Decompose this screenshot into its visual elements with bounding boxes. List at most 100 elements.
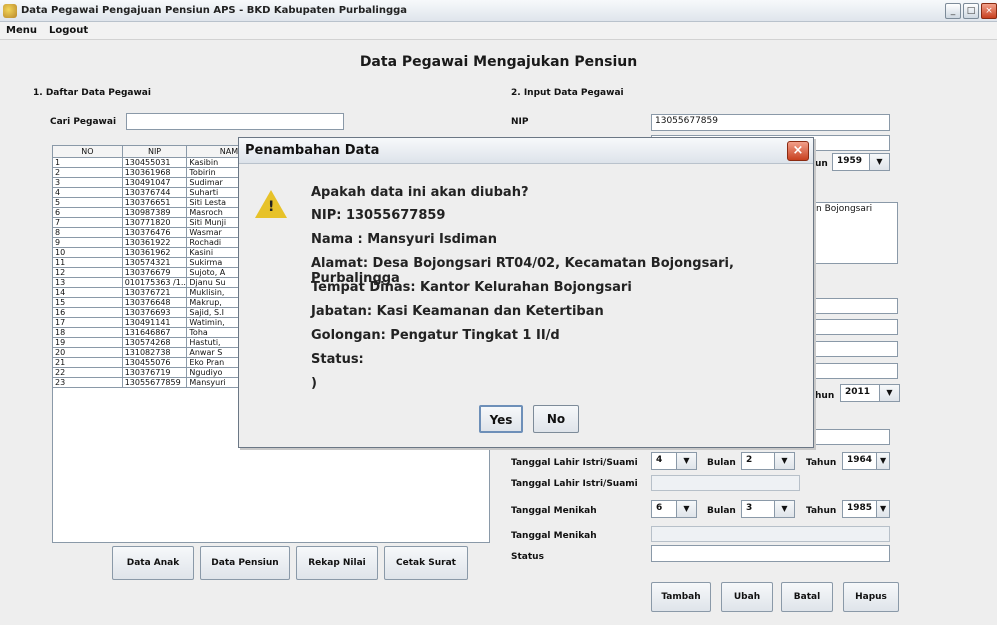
tahun-lahir-select[interactable]: 1959 ▼ (832, 153, 890, 171)
jabatan-field[interactable] (812, 319, 898, 335)
cell-no: 12 (53, 268, 123, 277)
close-icon[interactable]: × (787, 141, 809, 161)
window-controls: _ □ × (945, 3, 997, 19)
status-field[interactable] (651, 545, 890, 562)
cell-nip: 130376648 (123, 298, 188, 307)
page-title: Data Pegawai Mengajukan Pensiun (359, 54, 638, 70)
chevron-down-icon[interactable]: ▼ (677, 452, 697, 470)
column-header-no[interactable]: NO (53, 146, 123, 157)
cell-no: 9 (53, 238, 123, 247)
tgl-menikah-month-select[interactable]: 3 ▼ (741, 500, 795, 518)
column-header-nip[interactable]: NIP (123, 146, 188, 157)
cell-nip: 130376721 (123, 288, 188, 297)
cell-nip: 131646867 (123, 328, 188, 337)
chevron-down-icon[interactable]: ▼ (880, 384, 900, 402)
tgl-menikah-day-select[interactable]: 6 ▼ (651, 500, 697, 518)
cell-nip: 130491047 (123, 178, 188, 187)
data-anak-button[interactable]: Data Anak (112, 546, 194, 580)
cell-no: 10 (53, 248, 123, 257)
close-window-icon[interactable]: × (981, 3, 997, 19)
minimize-icon[interactable]: _ (945, 3, 961, 19)
tgl-lahir-day-select[interactable]: 4 ▼ (651, 452, 697, 470)
cell-nip: 130376679 (123, 268, 188, 277)
cell-no: 21 (53, 358, 123, 367)
tgl-lahir-tahun-label: Tahun (806, 458, 837, 468)
cell-no: 18 (53, 328, 123, 337)
alamat-textarea[interactable]: n Bojongsari (812, 202, 898, 264)
tgl-menikah-month-value: 3 (741, 500, 775, 518)
tahun-pensiun-select[interactable]: 2011 ▼ (840, 384, 900, 402)
cell-no: 1 (53, 158, 123, 167)
tgl-lahir-display (651, 475, 800, 491)
tempat-dinas-field[interactable] (812, 298, 898, 314)
cell-nip: 13055677859 (123, 378, 188, 387)
cell-no: 8 (53, 228, 123, 237)
tgl-lahir-bulan-label: Bulan (707, 458, 736, 468)
tgl-menikah-day-value: 6 (651, 500, 677, 518)
tahun-lahir-label: un (815, 159, 828, 169)
status-label: Status (511, 552, 544, 562)
cell-nip: 010175363 /1... (124, 278, 188, 287)
cell-no: 23 (53, 378, 123, 387)
cell-nip: 130574268 (123, 338, 188, 347)
cell-no: 14 (53, 288, 123, 297)
cell-nip: 130361962 (123, 248, 188, 257)
cell-no: 11 (53, 258, 123, 267)
tgl-lahir-month-select[interactable]: 2 ▼ (741, 452, 795, 470)
title-bar: Data Pegawai Pengajuan Pensiun APS - BKD… (0, 0, 997, 22)
chevron-down-icon[interactable]: ▼ (877, 500, 890, 518)
chevron-down-icon[interactable]: ▼ (775, 452, 795, 470)
tahun-pensiun-label: hun (815, 391, 835, 401)
no-button[interactable]: No (533, 405, 579, 433)
chevron-down-icon[interactable]: ▼ (775, 500, 795, 518)
tahun-pensiun-value: 2011 (840, 384, 880, 402)
cell-no: 15 (53, 298, 123, 307)
app-icon (3, 3, 17, 18)
cell-nip: 130987389 (123, 208, 188, 217)
cell-nip: 130376476 (123, 228, 188, 237)
yes-button[interactable]: Yes (479, 405, 523, 433)
ubah-button[interactable]: Ubah (721, 582, 773, 612)
batal-button[interactable]: Batal (781, 582, 833, 612)
chevron-down-icon[interactable]: ▼ (870, 153, 890, 171)
tgl-menikah-display (651, 526, 890, 542)
cell-no: 2 (53, 168, 123, 177)
rekap-nilai-button[interactable]: Rekap Nilai (296, 546, 378, 580)
tgl-lahir-day-value: 4 (651, 452, 677, 470)
section-list-heading: 1. Daftar Data Pegawai (33, 88, 151, 98)
menu-item-menu[interactable]: Menu (0, 25, 43, 36)
tgl-menikah2-label: Tanggal Menikah (511, 531, 597, 541)
app-window: Data Pegawai Pengajuan Pensiun APS - BKD… (0, 0, 997, 625)
cell-no: 3 (53, 178, 123, 187)
chevron-down-icon[interactable]: ▼ (677, 500, 697, 518)
section-input-heading: 2. Input Data Pegawai (511, 88, 624, 98)
cell-no: 7 (53, 218, 123, 227)
extra-field[interactable] (812, 429, 890, 445)
hapus-button[interactable]: Hapus (843, 582, 899, 612)
tgl-menikah-tahun-label: Tahun (806, 506, 837, 516)
cetak-surat-button[interactable]: Cetak Surat (384, 546, 468, 580)
dialog-line-8: Status: (311, 352, 364, 367)
search-input[interactable] (126, 113, 344, 130)
cell-no: 17 (53, 318, 123, 327)
cell-no: 5 (53, 198, 123, 207)
nip-label: NIP (511, 117, 529, 127)
cell-nip: 130455031 (123, 158, 188, 167)
cell-no: 6 (53, 208, 123, 217)
data-pensiun-button[interactable]: Data Pensiun (200, 546, 290, 580)
chevron-down-icon[interactable]: ▼ (877, 452, 890, 470)
golongan-field[interactable] (812, 341, 898, 357)
tgl-menikah-year-select[interactable]: 1985 ▼ (842, 500, 890, 518)
pangkat-field[interactable] (812, 363, 898, 379)
confirm-dialog: Penambahan Data × ! Apakah data ini akan… (238, 137, 814, 448)
menu-item-logout[interactable]: Logout (43, 25, 94, 36)
menu-bar: Menu Logout (0, 22, 997, 40)
tambah-button[interactable]: Tambah (651, 582, 711, 612)
dialog-line-2: NIP: 13055677859 (311, 208, 446, 223)
tgl-lahir-year-select[interactable]: 1964 ▼ (842, 452, 890, 470)
cell-nip: 130455076 (123, 358, 188, 367)
maximize-icon[interactable]: □ (963, 3, 979, 19)
cell-nip: 130376693 (123, 308, 188, 317)
search-label: Cari Pegawai (50, 117, 117, 127)
nip-field[interactable]: 13055677859 (651, 114, 890, 131)
